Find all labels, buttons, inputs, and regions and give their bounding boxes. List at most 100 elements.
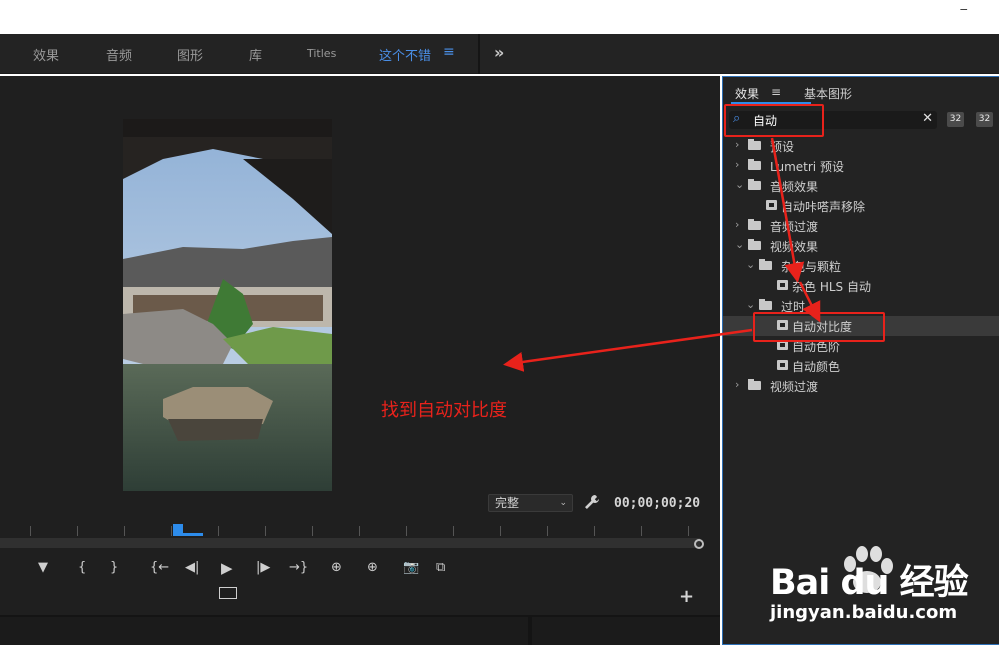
folder-icon <box>759 299 772 310</box>
tree-item-label: 音频效果 <box>770 180 819 194</box>
step-forward-button[interactable]: |▶ <box>256 560 270 575</box>
title-bar: _ <box>0 0 999 34</box>
annotation-box-search <box>724 104 824 137</box>
extract-button[interactable]: ⊕ <box>367 560 378 575</box>
folder-icon <box>748 179 761 190</box>
playhead-indicator <box>173 533 203 536</box>
add-marker-button[interactable]: ▼ <box>38 560 48 575</box>
annotation-box-auto-contrast <box>753 312 885 342</box>
video-frame <box>123 119 332 491</box>
tree-folder-row[interactable]: › 视频过渡 <box>723 376 999 396</box>
playhead-timecode[interactable]: 00;00;00;20 <box>614 496 700 511</box>
effect-icon <box>766 200 777 210</box>
ruler-tick <box>406 526 407 536</box>
tree-item-label: 预设 <box>770 140 795 154</box>
chevron-down-icon[interactable]: ⌄ <box>735 238 744 251</box>
export-frame-icon[interactable]: 📷 <box>403 560 419 575</box>
mark-in-button[interactable]: { <box>78 560 86 575</box>
chevron-down-icon: ⌄ <box>559 498 567 508</box>
tree-effect-row[interactable]: 杂色 HLS 自动 <box>723 276 999 296</box>
32bit-effects-button[interactable]: 32 <box>976 112 993 127</box>
chevron-right-icon[interactable]: › <box>735 218 739 231</box>
button-editor-add-icon[interactable]: + <box>679 586 694 607</box>
playback-resolution-select[interactable]: 完整 ⌄ <box>488 494 573 512</box>
tree-item-label: 音频过渡 <box>770 220 819 234</box>
ruler-tick <box>30 526 31 536</box>
play-button[interactable]: ▶ <box>221 559 233 577</box>
workspace-menu-icon[interactable]: ≡ <box>443 44 455 60</box>
workspace-tab-effects[interactable]: 效果 <box>33 45 59 64</box>
safe-margins-icon[interactable] <box>219 587 237 599</box>
panel-divider <box>528 617 532 645</box>
chevron-right-icon[interactable]: › <box>735 158 739 171</box>
effect-icon <box>777 280 788 290</box>
tab-effects[interactable]: 效果 <box>735 85 759 102</box>
tree-item-label: 自动颜色 <box>792 360 841 374</box>
workspace-bar: 效果 音频 图形 库 Titles 这个不错 ≡ » <box>0 34 999 74</box>
ruler-tick <box>500 526 501 536</box>
chevron-down-icon[interactable]: ⌄ <box>746 258 755 271</box>
go-to-in-button[interactable]: {← <box>150 560 169 575</box>
watermark-url: jingyan.baidu.com <box>770 602 958 623</box>
tree-folder-row[interactable]: › Lumetri 预设 <box>723 156 999 176</box>
workspace-divider <box>478 34 480 74</box>
zoom-scroll-handle[interactable] <box>694 539 704 549</box>
tree-folder-row[interactable]: ⌄ 杂色与颗粒 <box>723 256 999 276</box>
tree-item-label: 自动咔嗒声移除 <box>781 200 866 214</box>
ruler-tick <box>453 526 454 536</box>
tree-item-label: 杂色与颗粒 <box>781 260 842 274</box>
ruler-tick <box>171 526 172 536</box>
baidu-watermark: Bai du 经验 jingyan.baidu.com <box>770 540 999 640</box>
ruler-tick <box>312 526 313 536</box>
tree-item-label: 杂色 HLS 自动 <box>792 280 871 294</box>
tree-folder-row[interactable]: ⌄ 视频效果 <box>723 236 999 256</box>
workspace-tab-audio[interactable]: 音频 <box>106 45 132 64</box>
folder-icon <box>748 159 761 170</box>
chevron-down-icon[interactable]: ⌄ <box>746 298 755 311</box>
workspace-tab-titles[interactable]: Titles <box>307 47 336 60</box>
folder-icon <box>748 379 761 390</box>
program-monitor <box>0 76 720 645</box>
chevron-right-icon[interactable]: › <box>735 378 739 391</box>
timeline-panel-edge <box>0 615 720 645</box>
tree-folder-row[interactable]: ⌄ 音频效果 <box>723 176 999 196</box>
ruler-tick <box>359 526 360 536</box>
ruler-tick <box>641 526 642 536</box>
clear-search-icon[interactable]: ✕ <box>922 111 933 126</box>
tree-item-label: 视频效果 <box>770 240 819 254</box>
effects-tree: › 预设 › Lumetri 预设 ⌄ 音频效果自动咔嗒声移除 › 音频过渡 ⌄ 视频效果 ⌄ 杂色与… <box>723 136 999 396</box>
folder-icon <box>748 139 761 150</box>
mark-out-button[interactable]: } <box>110 560 118 575</box>
tree-folder-row[interactable]: › 音频过渡 <box>723 216 999 236</box>
zoom-scroll-bar[interactable] <box>0 538 700 548</box>
workspace-tab-graphics[interactable]: 图形 <box>177 45 203 64</box>
tab-essential-graphics[interactable]: 基本图形 <box>804 85 852 102</box>
chevron-down-icon[interactable]: ⌄ <box>735 178 744 191</box>
lift-button[interactable]: ⊕ <box>331 560 342 575</box>
minimize-button[interactable]: _ <box>961 0 968 11</box>
effects-panel-menu-icon[interactable]: ≡ <box>771 85 781 99</box>
ruler-tick <box>265 526 266 536</box>
courtyard-image <box>123 119 332 491</box>
effect-icon <box>777 360 788 370</box>
workspace-tab-custom[interactable]: 这个不错 <box>379 45 431 64</box>
tree-effect-row[interactable]: 自动颜色 <box>723 356 999 376</box>
chevron-right-icon[interactable]: › <box>735 138 739 151</box>
wrench-icon[interactable] <box>584 494 600 514</box>
folder-icon <box>759 259 772 270</box>
time-ruler[interactable] <box>0 520 706 540</box>
annotation-text: 找到自动对比度 <box>381 400 507 421</box>
comparison-view-button[interactable]: ⧉ <box>436 560 445 575</box>
step-back-button[interactable]: ◀| <box>185 560 199 575</box>
watermark-brand: Bai du 经验 <box>770 563 969 603</box>
folder-icon <box>748 239 761 250</box>
tree-effect-row[interactable]: 自动咔嗒声移除 <box>723 196 999 216</box>
go-to-out-button[interactable]: →} <box>289 560 308 575</box>
workspace-tab-library[interactable]: 库 <box>249 45 262 64</box>
tree-folder-row[interactable]: › 预设 <box>723 136 999 156</box>
tree-item-label: Lumetri 预设 <box>770 160 844 174</box>
ruler-tick <box>218 526 219 536</box>
accelerated-effects-button[interactable]: 32 <box>947 112 964 127</box>
folder-icon <box>748 219 761 230</box>
more-workspaces-icon[interactable]: » <box>494 43 504 62</box>
